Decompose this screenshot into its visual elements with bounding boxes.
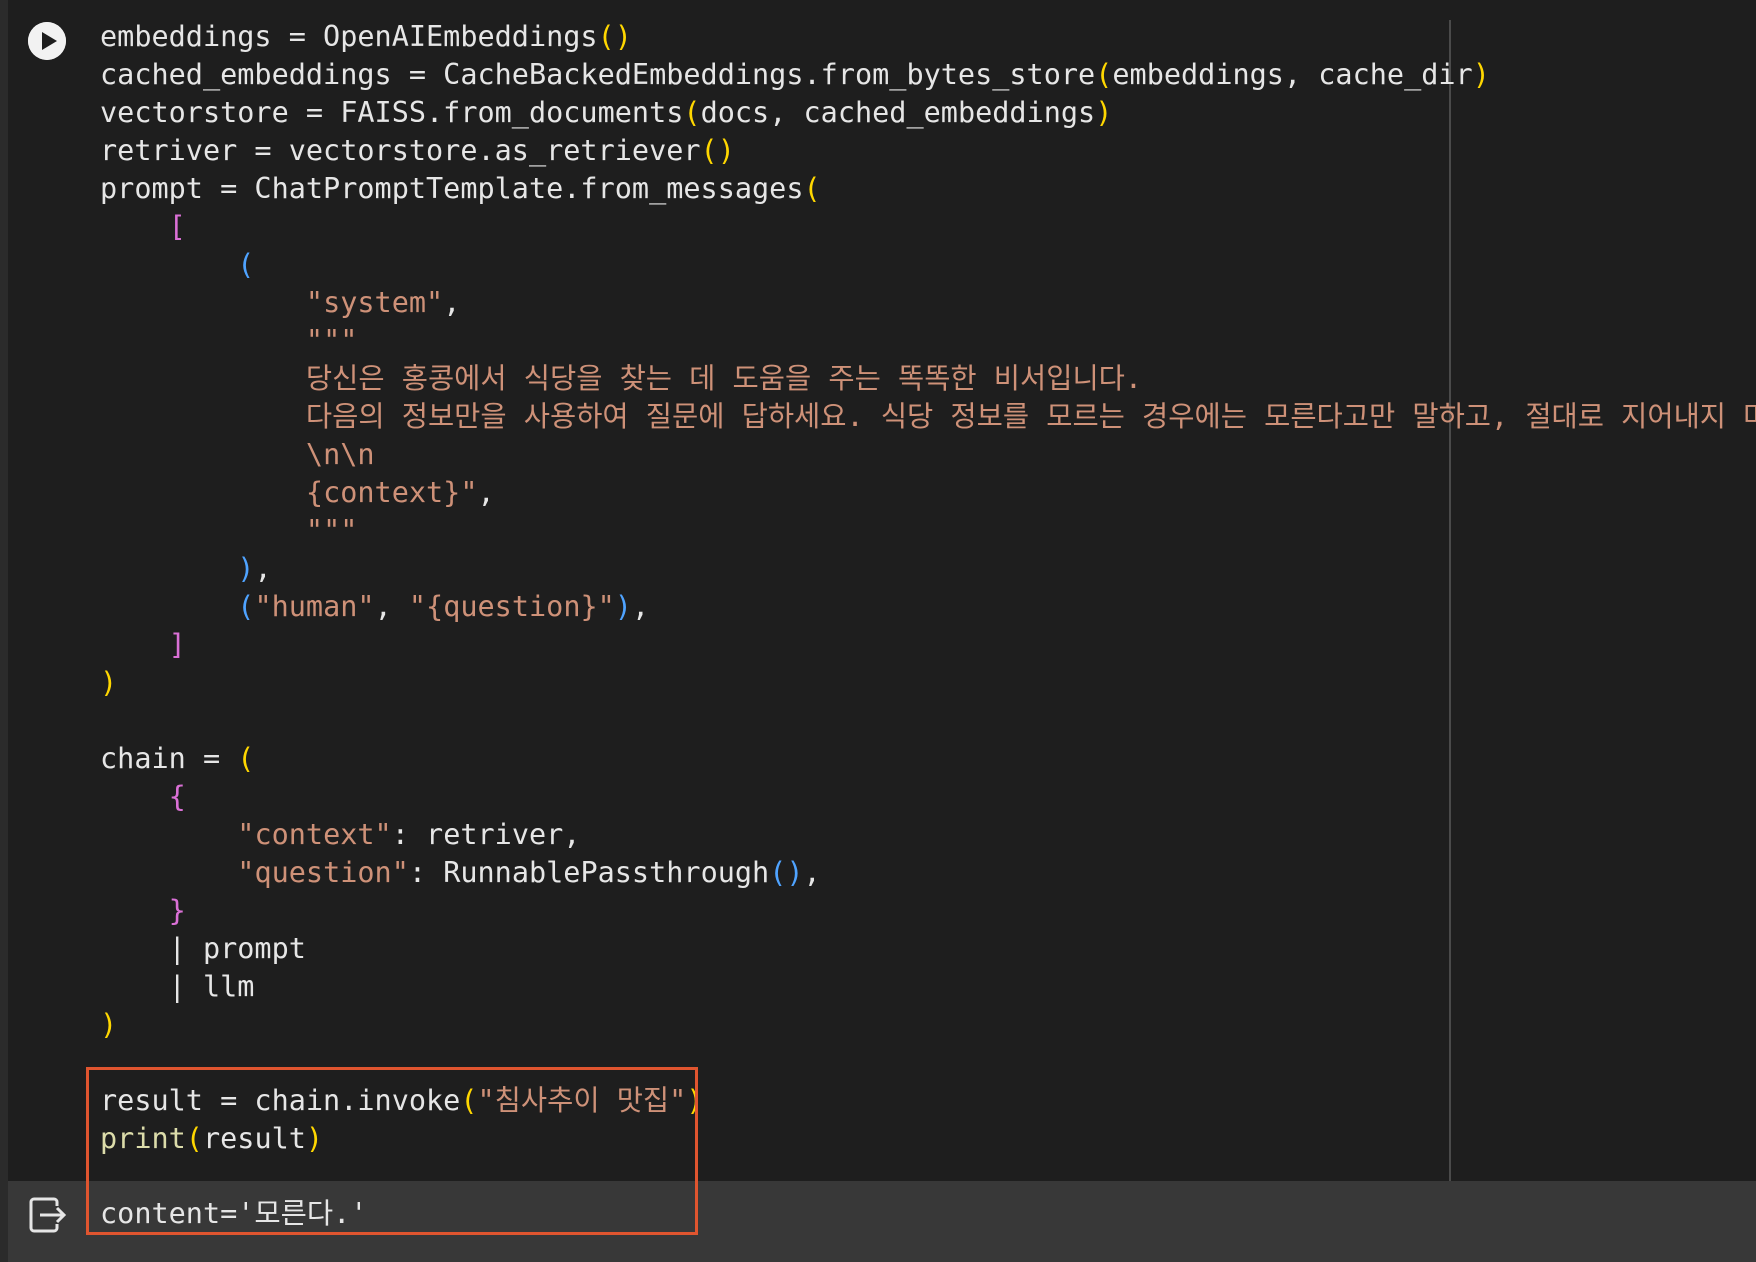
run-cell-button[interactable] — [28, 22, 66, 60]
code-line: vectorstore = FAISS.from_documents(docs,… — [100, 94, 1740, 132]
code-line: embeddings = OpenAIEmbeddings() — [100, 18, 1740, 56]
code-token: | prompt — [100, 932, 306, 965]
code-token: () — [769, 856, 804, 889]
code-line: {context}", — [100, 474, 1740, 512]
code-token: ) — [100, 666, 118, 699]
code-token: ( — [237, 248, 255, 281]
cell-left-rail — [0, 0, 8, 1262]
code-token: ( — [1095, 58, 1113, 91]
code-token: : retriver, — [391, 818, 581, 851]
code-token: ] — [168, 628, 186, 661]
code-cell[interactable]: embeddings = OpenAIEmbeddings() cached_em… — [0, 0, 1756, 1262]
code-token: [ — [168, 210, 186, 243]
code-token: docs, cached_embeddings — [700, 96, 1096, 129]
code-line: ("human", "{question}"), — [100, 588, 1740, 626]
code-line: } — [100, 892, 1740, 930]
code-token: ) — [237, 552, 255, 585]
code-token: ( — [237, 742, 255, 775]
code-token: "question" — [237, 856, 409, 889]
code-token: , — [443, 286, 461, 319]
code-token: { — [168, 780, 186, 813]
code-token: ) — [1095, 96, 1113, 129]
code-token: , — [803, 856, 821, 889]
code-token: \n\n — [305, 438, 375, 471]
code-token: retriver = vectorstore.as_retriever — [100, 134, 701, 167]
code-token: () — [700, 134, 735, 167]
code-token: vectorstore = FAISS.from_documents — [100, 96, 684, 129]
code-line: "context": retriver, — [100, 816, 1740, 854]
code-line: ] — [100, 626, 1740, 664]
code-line: | prompt — [100, 930, 1740, 968]
code-line: chain = ( — [100, 740, 1740, 778]
code-token: prompt = ChatPromptTemplate.from_message… — [100, 172, 804, 205]
code-token: , — [254, 552, 272, 585]
code-line: "question": RunnablePassthrough(), — [100, 854, 1740, 892]
code-token: ( — [683, 96, 701, 129]
code-token: () — [597, 20, 632, 53]
code-line: ) — [100, 1006, 1740, 1044]
code-line: | llm — [100, 968, 1740, 1006]
code-token: , — [631, 590, 650, 623]
code-token: 다음의 정보만을 사용하여 질문에 답하세요. 식당 정보를 모르는 경우에는 … — [305, 400, 1756, 433]
code-token: , — [374, 590, 409, 623]
play-circle-icon — [28, 22, 66, 60]
output-exit-icon[interactable] — [28, 1196, 70, 1234]
code-token: | llm — [100, 970, 255, 1003]
code-line: 다음의 정보만을 사용하여 질문에 답하세요. 식당 정보를 모르는 경우에는 … — [100, 398, 1756, 436]
code-token: """ — [305, 514, 358, 547]
code-line: "system", — [100, 284, 1740, 322]
code-token: embeddings = OpenAIEmbeddings — [100, 20, 598, 53]
code-token: , — [477, 476, 495, 509]
code-token: "context" — [237, 818, 392, 851]
code-line: ( — [100, 246, 1740, 284]
code-token: cached_embeddings = CacheBackedEmbedding… — [100, 58, 1096, 91]
code-line: \n\n — [100, 436, 1740, 474]
code-editor[interactable]: embeddings = OpenAIEmbeddings() cached_em… — [100, 18, 1756, 1158]
code-token: : RunnablePassthrough — [408, 856, 770, 889]
code-token: {context}" — [305, 476, 478, 509]
code-token: ) — [614, 590, 632, 623]
code-line: ) — [100, 664, 1740, 702]
code-line: """ — [100, 322, 1740, 360]
code-token: } — [168, 894, 186, 927]
code-token: """ — [305, 324, 358, 357]
code-token: ) — [100, 1008, 118, 1041]
code-token: "system" — [305, 286, 444, 319]
code-line: 당신은 홍콩에서 식당을 찾는 데 도움을 주는 똑똑한 비서입니다. — [100, 360, 1740, 398]
code-token: "{question}" — [408, 590, 615, 623]
code-line: prompt = ChatPromptTemplate.from_message… — [100, 170, 1740, 208]
code-line: { — [100, 778, 1740, 816]
code-line: retriver = vectorstore.as_retriever() — [100, 132, 1740, 170]
code-token: chain = — [100, 742, 238, 775]
code-line: ), — [100, 550, 1740, 588]
code-token: ( — [237, 590, 255, 623]
code-line: """ — [100, 512, 1740, 550]
code-token: ) — [1472, 58, 1490, 91]
highlight-box — [86, 1067, 698, 1235]
code-token: embeddings, cache_dir — [1112, 58, 1473, 91]
code-token: ( — [803, 172, 821, 205]
code-line: [ — [100, 208, 1740, 246]
code-token: "human" — [254, 590, 375, 623]
code-line: cached_embeddings = CacheBackedEmbedding… — [100, 56, 1740, 94]
code-token: 당신은 홍콩에서 식당을 찾는 데 도움을 주는 똑똑한 비서입니다. — [305, 362, 1143, 395]
